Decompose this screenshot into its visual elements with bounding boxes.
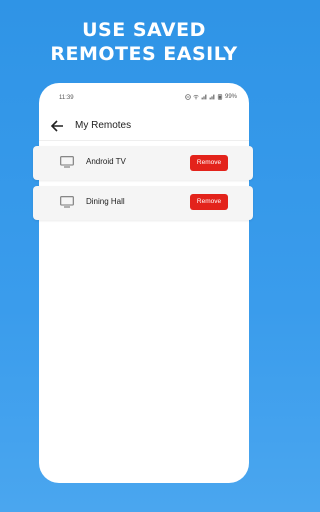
status-bar: 11:39 99% <box>39 83 249 111</box>
tv-icon <box>60 196 74 208</box>
arrow-left-icon[interactable] <box>49 118 65 134</box>
phone-frame: 11:39 99% My Remotes <box>39 83 249 483</box>
remove-button[interactable]: Remove <box>190 155 228 171</box>
remote-card[interactable]: Android TV Remove <box>33 146 253 180</box>
battery-icon <box>217 94 223 100</box>
battery-percent: 99% <box>224 94 237 100</box>
app-bar: My Remotes <box>39 111 249 141</box>
tv-icon <box>60 156 74 168</box>
remove-button[interactable]: Remove <box>190 194 228 210</box>
promo-line-2: REMOTES EASILY <box>50 43 238 65</box>
signal-2-icon <box>209 94 215 100</box>
wifi-icon <box>193 94 199 100</box>
remote-card[interactable]: Dining Hall Remove <box>33 186 253 220</box>
status-time: 11:39 <box>59 95 74 101</box>
promo-line-1: USE SAVED <box>82 19 206 41</box>
remote-name: Android TV <box>86 157 126 166</box>
status-icons: 99% <box>185 94 237 100</box>
promo-headline: USE SAVED REMOTES EASILY <box>0 18 288 66</box>
signal-icon <box>201 94 207 100</box>
do-not-disturb-icon <box>185 94 191 100</box>
page-title: My Remotes <box>75 120 132 131</box>
remote-name: Dining Hall <box>86 197 125 206</box>
